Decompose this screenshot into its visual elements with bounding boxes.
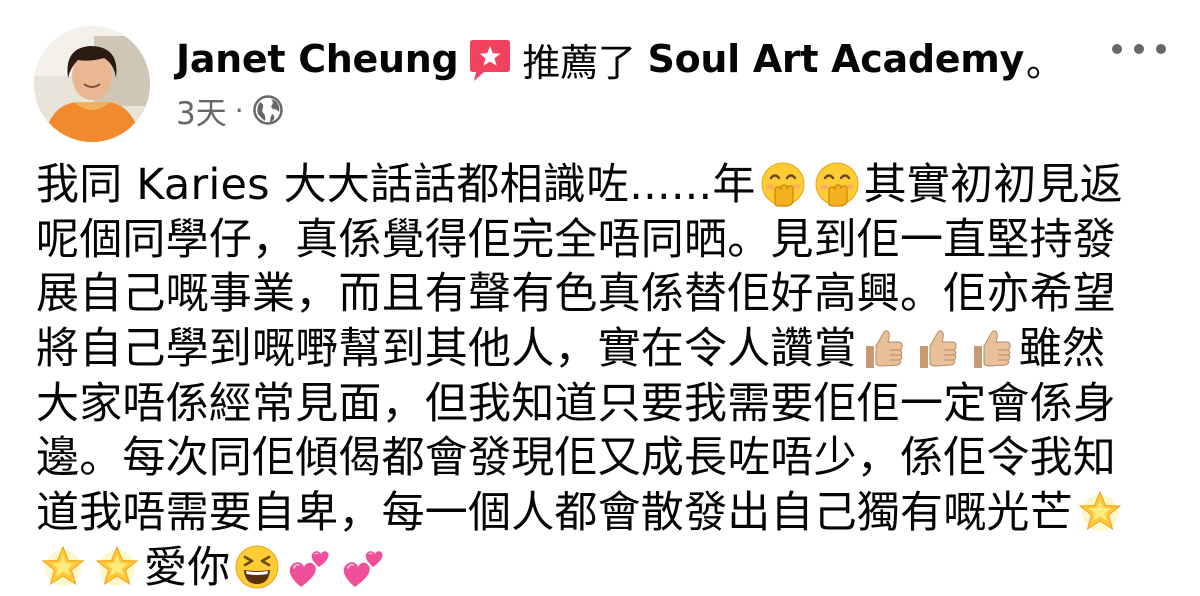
- two-hearts-emoji: [287, 543, 335, 591]
- thumbs-up-emoji: [968, 324, 1016, 372]
- recommend-action-text: 推薦了: [522, 40, 636, 85]
- more-options-icon[interactable]: [1112, 34, 1166, 64]
- author-line-period: 。: [1025, 40, 1064, 85]
- post-text-segment: 邊。每次同佢傾偈都會發現佢又成長咗唔少，係佢令我知: [36, 433, 1116, 484]
- face-with-hand-over-mouth-emoji: [813, 160, 861, 208]
- thumbs-up-emoji: [914, 324, 962, 372]
- post-text-segment: 呢個同學仔，真係覺得佢完全唔同晒。見到佢一直堅持發: [36, 214, 1116, 265]
- post-timestamp[interactable]: 3天: [176, 88, 227, 133]
- glowing-star-emoji: [39, 543, 87, 591]
- grinning-squinting-face-emoji: [233, 543, 281, 591]
- two-hearts-emoji: [341, 543, 389, 591]
- glowing-star-emoji: [1076, 488, 1124, 536]
- post-line: 展自己嘅事業，而且有聲有色真係替佢好高興。佢亦希望: [36, 267, 1176, 322]
- post-line: 呢個同學仔，真係覺得佢完全唔同晒。見到佢一直堅持發: [36, 213, 1176, 268]
- post-meta-line: 3天 ·: [176, 88, 284, 132]
- post-text-segment: 愛你: [144, 542, 231, 593]
- post-line: 愛你: [36, 541, 1176, 596]
- glowing-star-emoji: [93, 543, 141, 591]
- more-dot: [1156, 44, 1166, 54]
- more-dot: [1112, 44, 1122, 54]
- post-text-segment: 將自己學到嘅嘢幫到其他人，實在令人讚賞: [36, 324, 857, 375]
- post-body-text: 我同 Karies 大大話話都相識咗......年 其實初初見返 呢個同學仔，真係…: [36, 158, 1176, 596]
- post-text-segment: 道我唔需要自卑，每一個人都會散發出自己獨有嘅光芒: [36, 488, 1073, 539]
- avatar-photo: [34, 26, 150, 142]
- post-line: 道我唔需要自卑，每一個人都會散發出自己獨有嘅光芒: [36, 486, 1176, 541]
- post-line: 我同 Karies 大大話話都相識咗......年 其實初初見返: [36, 158, 1176, 213]
- meta-separator: ·: [234, 93, 244, 127]
- avatar[interactable]: [34, 26, 150, 142]
- recommend-star-badge-icon: [466, 39, 514, 83]
- thumbs-up-emoji: [860, 324, 908, 372]
- post-line: 邊。每次同佢傾偈都會發現佢又成長咗唔少，係佢令我知: [36, 431, 1176, 486]
- more-dot: [1134, 44, 1144, 54]
- post-line: 將自己學到嘅嘢幫到其他人，實在令人讚賞 雖然: [36, 322, 1176, 377]
- post-text-segment: 雖然: [1018, 324, 1106, 375]
- author-name[interactable]: Janet Cheung: [176, 37, 459, 81]
- post-text-segment: 大家唔係經常見面，但我知道只要我需要佢佢一定會係身: [36, 378, 1116, 429]
- post-line: 大家唔係經常見面，但我知道只要我需要佢佢一定會係身: [36, 377, 1176, 432]
- post-header: Janet Cheung 推薦了 Soul Art Academy 。 3天 ·: [0, 0, 1200, 150]
- page-name-link[interactable]: Soul Art Academy: [648, 37, 1025, 81]
- post-text-segment: 其實初初見返: [863, 160, 1123, 210]
- post-text-segment: 我同 Karies 大大話話都相識咗......年: [36, 160, 756, 210]
- face-with-hand-over-mouth-emoji: [759, 160, 807, 208]
- globe-icon[interactable]: [252, 94, 284, 126]
- post-author-line: Janet Cheung 推薦了 Soul Art Academy 。: [176, 30, 1064, 88]
- post-text-segment: 展自己嘅事業，而且有聲有色真係替佢好高興。佢亦希望: [36, 269, 1116, 320]
